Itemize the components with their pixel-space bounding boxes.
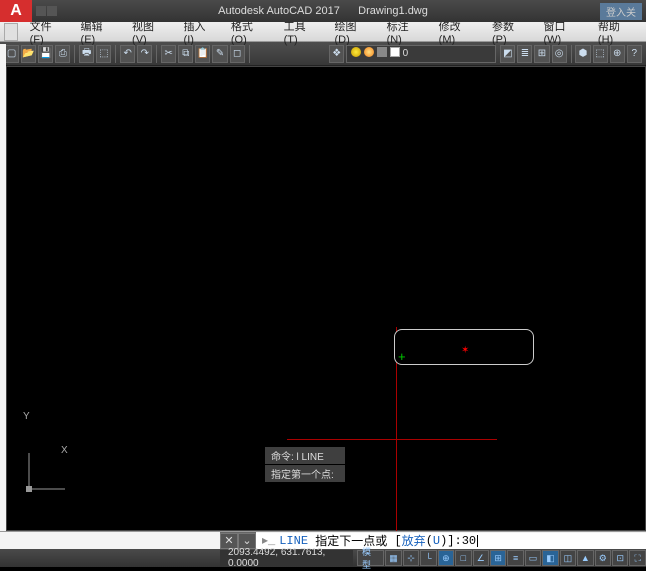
ann-toggle[interactable]: ▲ (577, 550, 593, 566)
cmd-suffix: : (455, 534, 462, 548)
layer-name: 0 (403, 48, 409, 59)
block-button[interactable]: ◻ (230, 45, 245, 63)
cmd-option-label[interactable]: 放弃 (402, 532, 426, 549)
tb-a[interactable]: ◩ (500, 45, 515, 63)
tb-b[interactable]: ≣ (517, 45, 532, 63)
osnap-toggle[interactable]: □ (455, 550, 471, 566)
model-button[interactable]: 模型 (357, 550, 384, 566)
app-name: Autodesk AutoCAD 2017 (218, 5, 340, 17)
save-button[interactable]: 💾 (38, 45, 53, 63)
command-history: 命令: l LINE 指定第一个点: (265, 446, 345, 482)
qp-toggle[interactable]: ◧ (542, 550, 558, 566)
coordinates[interactable]: 2093.4492, 631.7613, 0.0000 (220, 550, 353, 566)
lwt-toggle[interactable]: ≡ (507, 550, 523, 566)
status-bar: 2093.4492, 631.7613, 0.0000 模型 ▦ ⊹ └ ⊕ □… (0, 549, 646, 567)
cmd-option-key: U (433, 534, 440, 548)
app-logo[interactable]: A (0, 0, 32, 22)
trans-toggle[interactable]: ▭ (525, 550, 541, 566)
drawing-canvas[interactable]: + ✶ Y X 命令: l LINE 指定第一个点: (6, 66, 646, 531)
qat-dropdowns[interactable] (36, 6, 57, 16)
login-button[interactable]: 登入关 (600, 3, 642, 20)
ortho-toggle[interactable]: └ (420, 550, 436, 566)
cmd-value: 30 (462, 534, 476, 548)
layer-lock-icon (377, 47, 387, 57)
layer-on-icon (351, 47, 361, 57)
crosshair-horizontal (287, 439, 497, 440)
cut-button[interactable]: ✂ (161, 45, 176, 63)
separator (74, 45, 75, 63)
tb-c[interactable]: ⊞ (534, 45, 549, 63)
match-button[interactable]: ✎ (212, 45, 227, 63)
last-point-icon: ✶ (461, 345, 469, 356)
otrack-toggle[interactable]: ∠ (473, 550, 489, 566)
copy-button[interactable]: ⧉ (178, 45, 193, 63)
window-title: Autodesk AutoCAD 2017 Drawing1.dwg (0, 5, 646, 17)
separator (156, 45, 157, 63)
tb-g[interactable]: ⊕ (610, 45, 625, 63)
preview-button[interactable]: ⬚ (96, 45, 111, 63)
doc-name: Drawing1.dwg (358, 5, 428, 17)
layer-dropdown[interactable]: 0 (346, 45, 496, 63)
full-toggle[interactable]: ⛶ (629, 550, 645, 566)
layer-freeze-icon (364, 47, 374, 57)
layer-prop-button[interactable]: ❖ (329, 45, 344, 63)
prompt-icon: ▸_ (262, 533, 275, 548)
tb-e[interactable]: ⬢ (575, 45, 590, 63)
title-bar: A Autodesk AutoCAD 2017 Drawing1.dwg 登入关 (0, 0, 646, 22)
grid-toggle[interactable]: ▦ (385, 550, 401, 566)
paste-button[interactable]: 📋 (195, 45, 210, 63)
tb-d[interactable]: ◎ (552, 45, 567, 63)
new-button[interactable]: ▢ (4, 45, 19, 63)
saveas-button[interactable]: ⎙ (55, 45, 70, 63)
sc-toggle[interactable]: ◫ (560, 550, 576, 566)
snap-toggle[interactable]: ⊹ (403, 550, 419, 566)
ws-toggle[interactable]: ⚙ (595, 550, 611, 566)
ucs-icon: Y X (25, 449, 75, 502)
open-button[interactable]: 📂 (21, 45, 36, 63)
layer-color-icon (390, 47, 400, 57)
tb-f[interactable]: ⬚ (593, 45, 608, 63)
polar-toggle[interactable]: ⊕ (438, 550, 454, 566)
cmd-keyword: LINE (279, 534, 308, 548)
ucs-y-label: Y (23, 411, 30, 422)
ucs-x-label: X (61, 445, 68, 456)
undo-button[interactable]: ↶ (120, 45, 135, 63)
endpoint-marker-icon: + (398, 350, 406, 363)
redo-button[interactable]: ↷ (137, 45, 152, 63)
separator (249, 45, 250, 63)
tb-h[interactable]: ? (627, 45, 642, 63)
menu-bar: 文件(F) 编辑(E) 视图(V) 插入(I) 格式(O) 工具(T) 绘图(D… (0, 22, 646, 42)
side-tab[interactable] (4, 23, 18, 41)
separator (115, 45, 116, 63)
dyn-toggle[interactable]: ⊞ (490, 550, 506, 566)
cmd-history-line: 命令: l LINE (265, 447, 345, 464)
separator (571, 45, 572, 63)
plot-button[interactable]: 🖶 (79, 45, 94, 63)
cmd-history-line: 指定第一个点: (265, 465, 345, 482)
text-cursor (477, 535, 478, 547)
am-toggle[interactable]: ⊡ (612, 550, 628, 566)
